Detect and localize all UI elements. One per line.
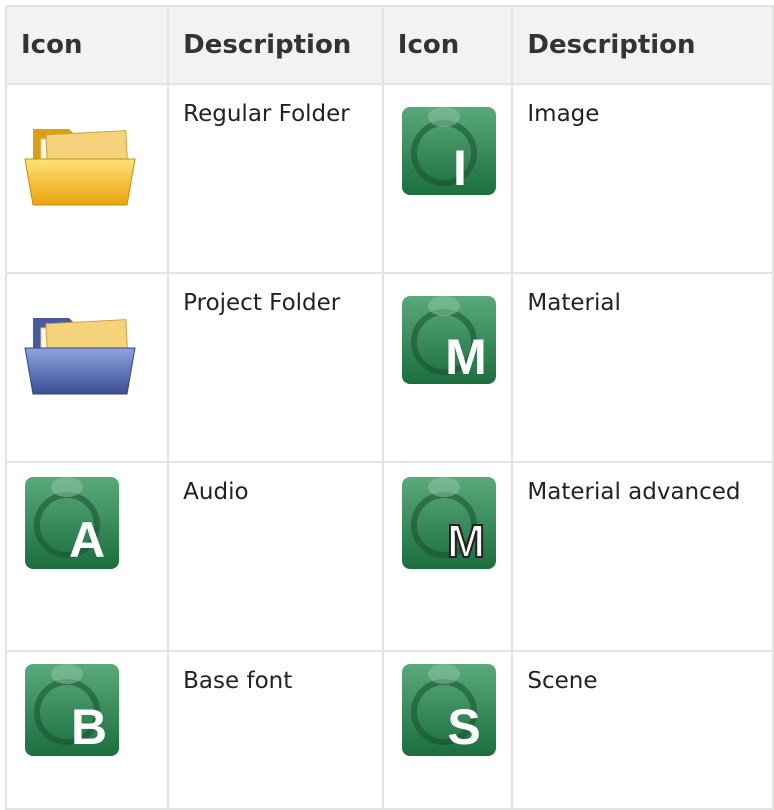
table-row: Regular Folder I Image <box>4 83 774 274</box>
audio-asset-icon: A <box>25 477 119 569</box>
icon-description-table: Icon Description Icon Description Regula… <box>4 5 774 810</box>
description-cell: Scene <box>511 650 774 810</box>
icon-cell <box>4 272 170 463</box>
header-description-1: Description <box>167 5 384 85</box>
description-cell: Audio <box>167 461 384 652</box>
svg-text:B: B <box>71 699 107 755</box>
icon-cell: I <box>381 83 514 274</box>
icon-cell: B <box>4 650 170 810</box>
description-cell: Regular Folder <box>167 83 384 274</box>
description-cell: Base font <box>167 650 384 810</box>
table-row: A Audio M Material advanced <box>4 461 774 652</box>
header-icon-1: Icon <box>4 5 170 85</box>
header-icon-2: Icon <box>381 5 514 85</box>
scene-asset-icon: S <box>401 664 496 756</box>
description-cell: Material <box>511 272 774 463</box>
folder-blue-icon <box>24 318 136 395</box>
image-asset-icon: I <box>401 107 496 195</box>
description-cell: Image <box>511 83 774 274</box>
description-cell: Material advanced <box>511 461 774 652</box>
icon-cell: M <box>381 461 514 652</box>
folder-yellow-icon <box>24 129 136 206</box>
icon-cell: A <box>4 461 170 652</box>
header-description-2: Description <box>511 5 774 85</box>
svg-text:M: M <box>445 329 487 384</box>
icon-cell <box>4 83 170 274</box>
table-row: Project Folder M Material <box>4 272 774 463</box>
base-font-asset-icon: B <box>25 664 119 756</box>
icon-cell: M <box>381 272 514 463</box>
svg-text:S: S <box>447 699 480 755</box>
header-row: Icon Description Icon Description <box>4 5 774 85</box>
svg-text:A: A <box>69 512 105 568</box>
icon-cell: S <box>381 650 514 810</box>
material-advanced-asset-icon: M <box>401 477 496 569</box>
svg-text:M: M <box>447 515 485 567</box>
description-cell: Project Folder <box>167 272 384 463</box>
svg-text:I: I <box>453 140 467 195</box>
material-asset-icon: M <box>401 296 496 384</box>
table-row: B Base font S Scene <box>4 650 774 810</box>
